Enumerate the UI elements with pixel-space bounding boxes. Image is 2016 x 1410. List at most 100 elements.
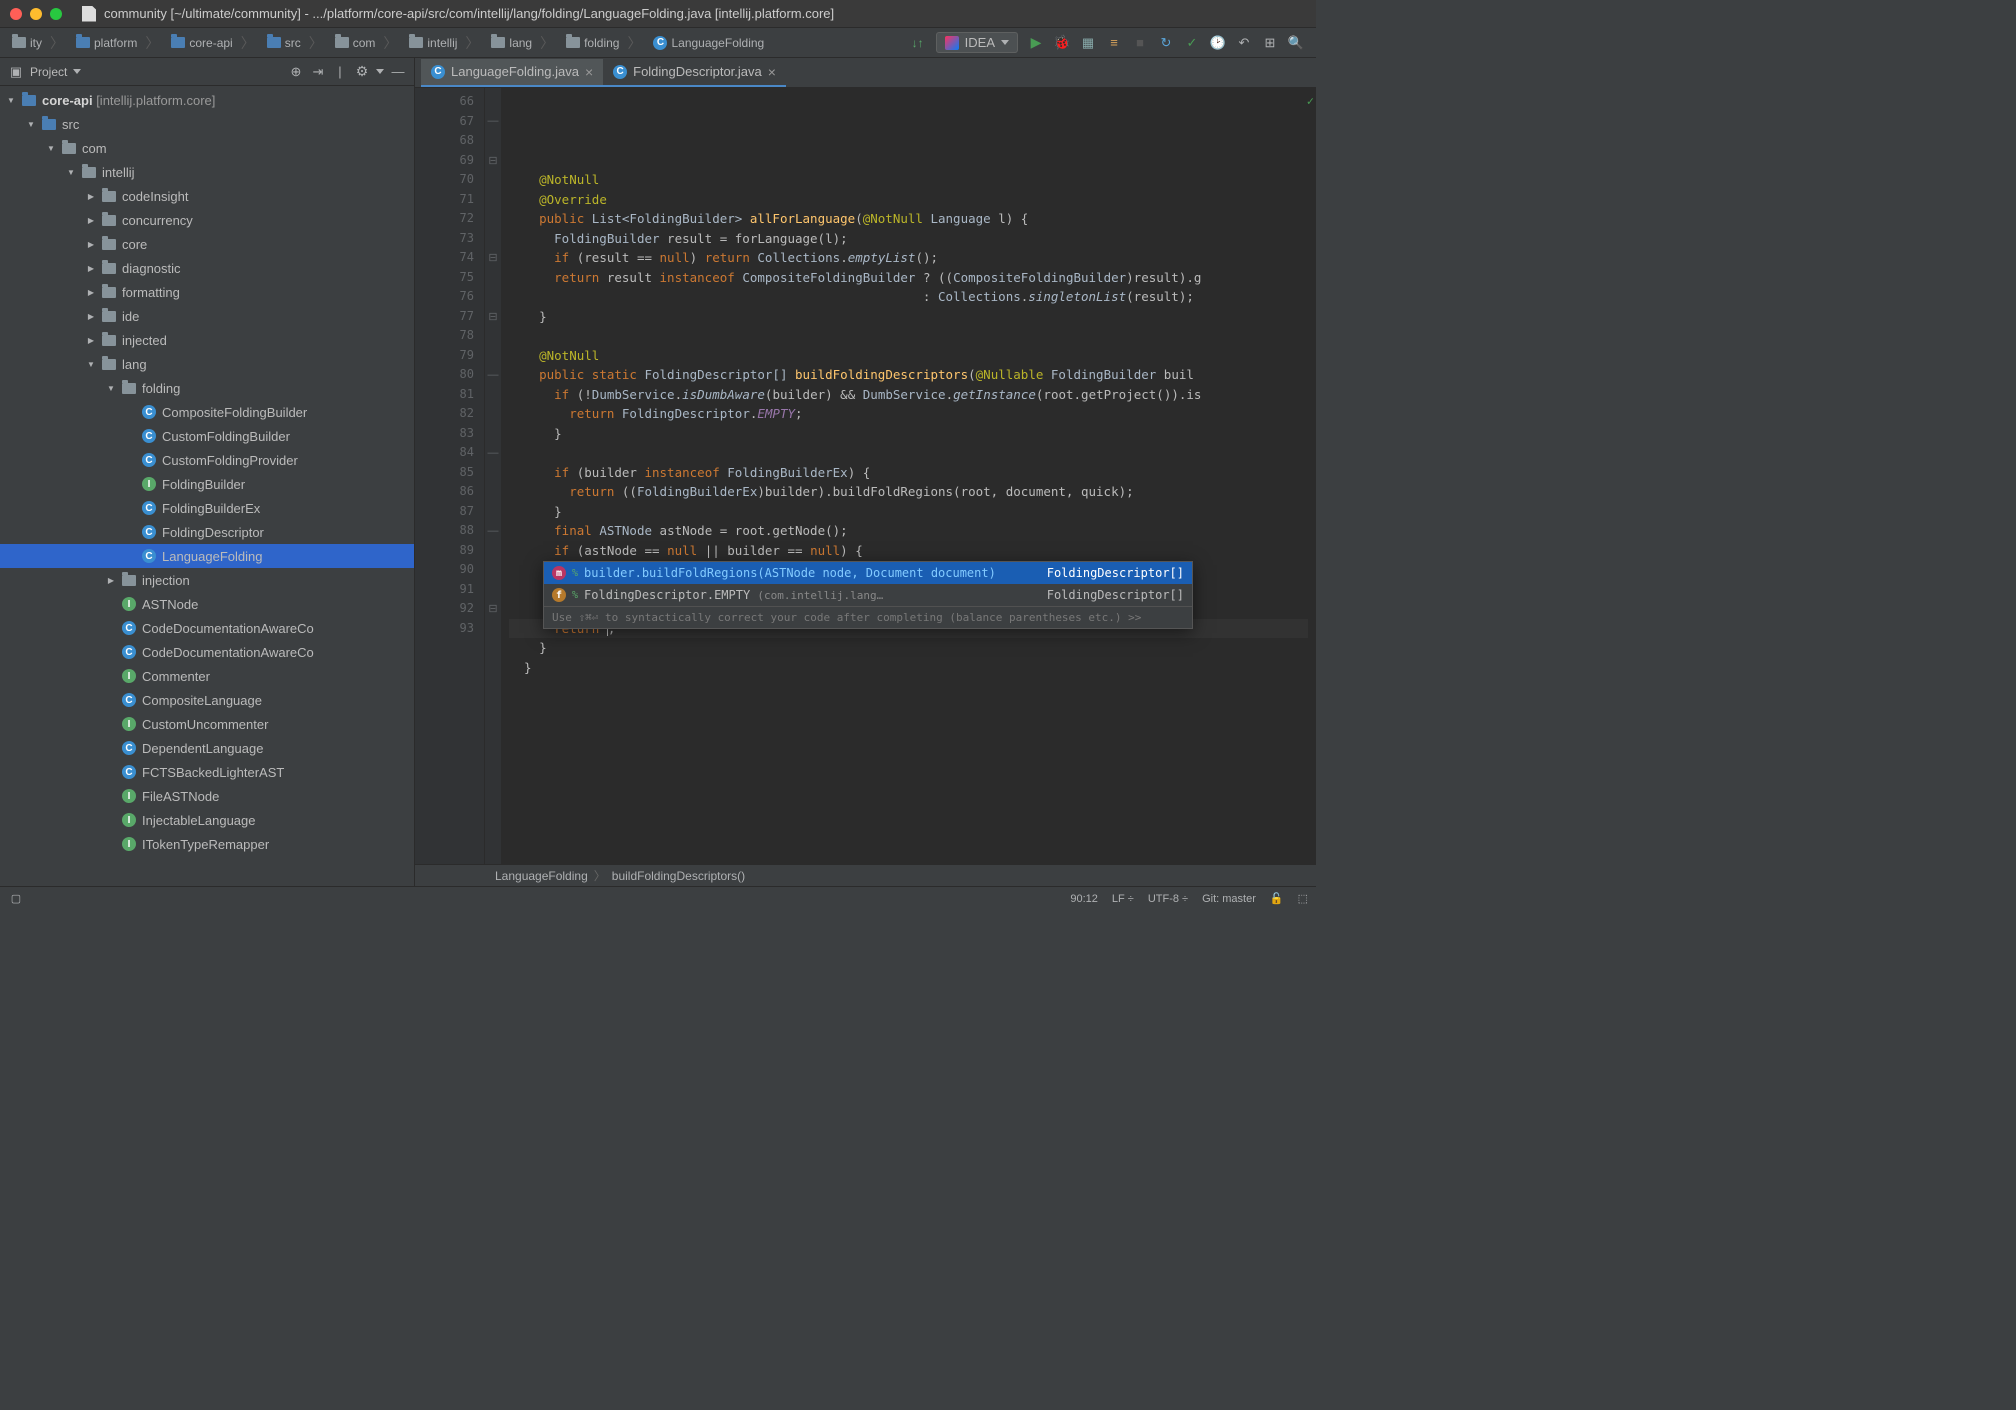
tree-node[interactable]: ide	[0, 304, 414, 328]
tree-arrow[interactable]	[106, 719, 116, 729]
completion-item[interactable]: m%builder.buildFoldRegions(ASTNode node,…	[544, 562, 1192, 584]
chevron-down-icon[interactable]	[73, 69, 81, 74]
tree-node[interactable]: IInjectableLanguage	[0, 808, 414, 832]
fold-marker[interactable]	[485, 190, 501, 210]
code-line[interactable]: }	[509, 658, 1308, 678]
code-line[interactable]: public static FoldingDescriptor[] buildF…	[509, 365, 1308, 385]
breadcrumb-item[interactable]: folding	[560, 31, 647, 55]
tree-arrow[interactable]	[126, 527, 136, 537]
close-tab-icon[interactable]: ×	[768, 64, 776, 80]
fold-marker[interactable]	[485, 170, 501, 190]
expand-arrow-icon[interactable]	[86, 311, 96, 321]
chevron-down-icon[interactable]	[376, 69, 384, 74]
search-everywhere-button[interactable]: 🔍	[1288, 35, 1304, 51]
code-line[interactable]: }	[509, 307, 1308, 327]
tree-node[interactable]: ICustomUncommenter	[0, 712, 414, 736]
expand-arrow-icon[interactable]	[86, 239, 96, 249]
line-number[interactable]: 67	[419, 112, 474, 132]
tree-node[interactable]: IFileASTNode	[0, 784, 414, 808]
tree-node[interactable]: IFoldingBuilder	[0, 472, 414, 496]
line-number[interactable]: 75	[419, 268, 474, 288]
coverage-button[interactable]: ▦	[1080, 35, 1096, 51]
tree-node[interactable]: CDependentLanguage	[0, 736, 414, 760]
minimize-window-button[interactable]	[30, 8, 42, 20]
line-number[interactable]: 76	[419, 287, 474, 307]
breadcrumb-item[interactable]: intellij	[403, 31, 485, 55]
code-line[interactable]: return ((FoldingBuilderEx)builder).build…	[509, 482, 1308, 502]
tree-arrow[interactable]	[106, 647, 116, 657]
breadcrumb-item[interactable]: src	[261, 31, 329, 55]
tree-node[interactable]: CCustomFoldingBuilder	[0, 424, 414, 448]
tree-arrow[interactable]	[126, 503, 136, 513]
fold-marker[interactable]: ⊟	[485, 248, 501, 268]
fold-marker[interactable]	[485, 619, 501, 639]
line-number[interactable]: 81	[419, 385, 474, 405]
tree-arrow[interactable]	[106, 791, 116, 801]
tree-node[interactable]: IITokenTypeRemapper	[0, 832, 414, 856]
fold-marker[interactable]	[485, 482, 501, 502]
run-button[interactable]: ▶	[1028, 35, 1044, 51]
tree-node[interactable]: CCompositeLanguage	[0, 688, 414, 712]
completion-item[interactable]: f%FoldingDescriptor.EMPTY (com.intellij.…	[544, 584, 1192, 606]
tree-node[interactable]: CCodeDocumentationAwareCo	[0, 616, 414, 640]
tree-node[interactable]: injected	[0, 328, 414, 352]
code-line[interactable]: FoldingBuilder result = forLanguage(l);	[509, 229, 1308, 249]
code-line[interactable]: if (astNode == null || builder == null) …	[509, 541, 1308, 561]
line-number[interactable]: 78	[419, 326, 474, 346]
tree-node[interactable]: src	[0, 112, 414, 136]
expand-arrow-icon[interactable]	[86, 191, 96, 201]
history-button[interactable]: 🕑	[1210, 35, 1226, 51]
fold-marker[interactable]	[485, 229, 501, 249]
tree-arrow[interactable]	[126, 479, 136, 489]
line-separator[interactable]: LF ÷	[1112, 893, 1134, 905]
tree-node[interactable]: CFoldingBuilderEx	[0, 496, 414, 520]
fold-marker[interactable]: —	[485, 112, 501, 132]
line-number[interactable]: 77	[419, 307, 474, 327]
collapse-arrow-icon[interactable]	[26, 119, 36, 129]
fold-marker[interactable]: —	[485, 521, 501, 541]
line-number[interactable]: 92	[419, 599, 474, 619]
fold-marker[interactable]: ⊟	[485, 307, 501, 327]
fold-marker[interactable]	[485, 287, 501, 307]
tree-arrow[interactable]	[106, 599, 116, 609]
expand-arrow-icon[interactable]	[86, 215, 96, 225]
line-number[interactable]: 73	[419, 229, 474, 249]
line-number[interactable]: 80	[419, 365, 474, 385]
line-number[interactable]: 71	[419, 190, 474, 210]
run-config-selector[interactable]: IDEA	[936, 32, 1018, 53]
tree-node[interactable]: codeInsight	[0, 184, 414, 208]
tree-node[interactable]: CFCTSBackedLighterAST	[0, 760, 414, 784]
fold-marker[interactable]	[485, 346, 501, 366]
fold-marker[interactable]	[485, 385, 501, 405]
fold-marker[interactable]	[485, 463, 501, 483]
collapse-arrow-icon[interactable]	[66, 167, 76, 177]
fold-marker[interactable]	[485, 404, 501, 424]
code-line[interactable]: @NotNull	[509, 346, 1308, 366]
tree-arrow[interactable]	[126, 431, 136, 441]
code-line[interactable]	[509, 443, 1308, 463]
git-lock-icon[interactable]: 🔓	[1270, 892, 1284, 905]
fold-marker[interactable]	[485, 580, 501, 600]
tree-arrow[interactable]	[126, 407, 136, 417]
breadcrumb-item[interactable]: ity	[6, 31, 70, 55]
caret-position[interactable]: 90:12	[1070, 893, 1098, 905]
line-number[interactable]: 93	[419, 619, 474, 639]
line-number[interactable]: 69	[419, 151, 474, 171]
tree-node[interactable]: formatting	[0, 280, 414, 304]
gutter[interactable]: 6667686970717273747576777879808182838485…	[415, 88, 485, 864]
tree-arrow[interactable]	[126, 455, 136, 465]
git-branch[interactable]: Git: master	[1202, 893, 1256, 905]
line-number[interactable]: 91	[419, 580, 474, 600]
editor-tab[interactable]: CFoldingDescriptor.java×	[603, 59, 786, 87]
code-line[interactable]	[509, 151, 1308, 171]
fold-marker[interactable]	[485, 502, 501, 522]
fold-marker[interactable]	[485, 424, 501, 444]
fold-marker[interactable]: ⊟	[485, 599, 501, 619]
collapse-arrow-icon[interactable]	[86, 359, 96, 369]
tree-node[interactable]: CCodeDocumentationAwareCo	[0, 640, 414, 664]
tree-node[interactable]: core-api [intellij.platform.core]	[0, 88, 414, 112]
fold-marker[interactable]: —	[485, 365, 501, 385]
fold-marker[interactable]: ⊟	[485, 151, 501, 171]
inspection-indicator[interactable]: ✓	[1307, 92, 1314, 112]
code-line[interactable]: if (builder instanceof FoldingBuilderEx)…	[509, 463, 1308, 483]
